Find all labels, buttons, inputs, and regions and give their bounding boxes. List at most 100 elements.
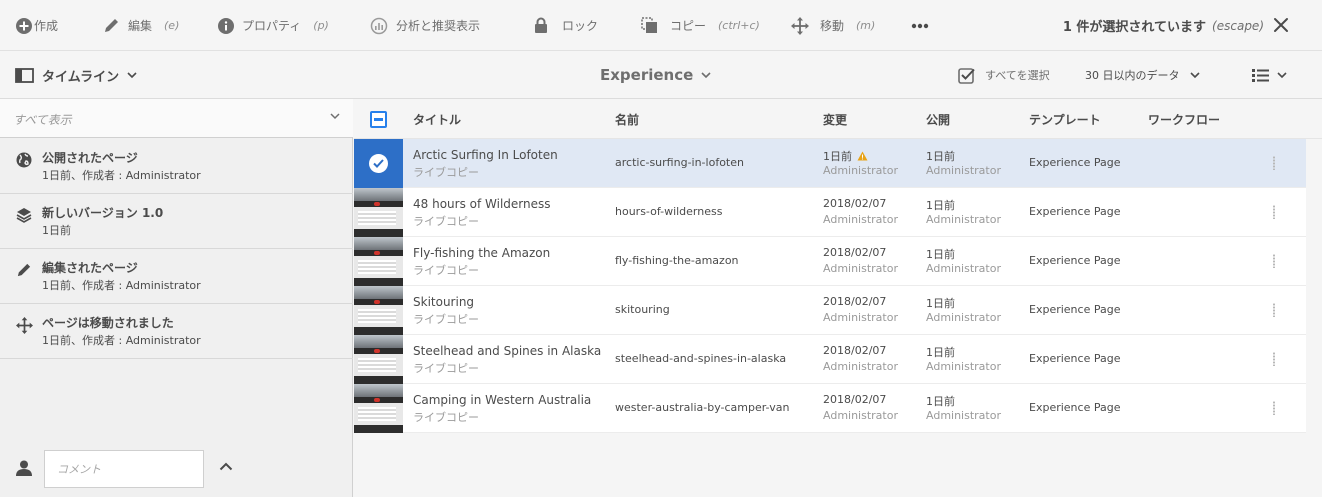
- row-modified-by: Administrator: [823, 311, 898, 324]
- row-published: 1日前: [926, 297, 955, 310]
- drag-handle-icon[interactable]: [1272, 205, 1276, 219]
- timeline-item-title: 公開されたページ: [42, 151, 138, 165]
- column-header-modified[interactable]: 変更: [823, 111, 847, 128]
- copy-label: コピー: [670, 19, 707, 33]
- timeline-filter-label: すべて表示: [13, 113, 72, 127]
- table-row[interactable]: Steelhead and Spines in Alaska ライブコピー st…: [354, 335, 1306, 384]
- timeline-item[interactable]: ページは移動されました 1日前、作成者 : Administrator: [0, 304, 353, 359]
- page-thumbnail[interactable]: [354, 237, 403, 286]
- row-modified: 2018/02/07: [823, 246, 887, 259]
- drag-handle-icon[interactable]: [1272, 156, 1276, 170]
- edit-label: 編集: [128, 19, 153, 33]
- globe-icon: [16, 152, 32, 168]
- row-published-by: Administrator: [926, 360, 1001, 373]
- rail-toggle-button[interactable]: タイムライン: [15, 51, 137, 99]
- lock-icon: [535, 17, 547, 33]
- row-name: wester-australia-by-camper-van: [615, 401, 790, 414]
- timeline-filter-dropdown[interactable]: すべて表示: [0, 99, 353, 138]
- row-published: 1日前: [926, 248, 955, 261]
- column-header-title[interactable]: タイトル: [413, 111, 461, 128]
- analytics-button[interactable]: 分析と推奨表示: [370, 0, 480, 51]
- chevron-up-icon[interactable]: [219, 462, 233, 471]
- drag-handle-icon[interactable]: [1272, 303, 1276, 317]
- column-header-name[interactable]: 名前: [615, 111, 639, 128]
- add-circle-icon: [16, 17, 32, 34]
- breadcrumb[interactable]: Experience: [600, 51, 711, 99]
- table-row[interactable]: 48 hours of Wilderness ライブコピー hours-of-w…: [354, 188, 1306, 237]
- timeline-item[interactable]: 新しいバージョン 1.0 1日前: [0, 194, 353, 249]
- row-modified-by: Administrator: [823, 213, 898, 226]
- page-thumbnail[interactable]: [354, 384, 403, 433]
- copy-button[interactable]: コピー (ctrl+c): [641, 0, 760, 51]
- comment-input[interactable]: [44, 450, 204, 488]
- row-title: 48 hours of Wilderness: [413, 197, 551, 211]
- page-thumbnail[interactable]: [354, 286, 403, 335]
- close-icon[interactable]: [1272, 16, 1290, 34]
- row-type: ライブコピー: [413, 313, 479, 326]
- timeline-item[interactable]: 公開されたページ 1日前、作成者 : Administrator: [0, 139, 353, 194]
- table-row[interactable]: Skitouring ライブコピー skitouring 2018/02/07 …: [354, 286, 1306, 335]
- checkbox-checked-icon: [958, 67, 975, 84]
- timeline-item[interactable]: 編集されたページ 1日前、作成者 : Administrator: [0, 249, 353, 304]
- create-button[interactable]: 作成: [16, 0, 58, 51]
- row-title: Fly-fishing the Amazon: [413, 246, 551, 260]
- more-icon: [911, 23, 929, 28]
- list-view-icon: [1252, 68, 1269, 82]
- drag-handle-icon[interactable]: [1272, 401, 1276, 415]
- row-template: Experience Page: [1029, 352, 1121, 365]
- drag-handle-icon[interactable]: [1272, 352, 1276, 366]
- rail-panel-icon: [15, 67, 34, 83]
- selection-status: 1 件が選択されています (escape): [1063, 0, 1264, 51]
- chevron-down-icon: [1277, 71, 1287, 78]
- row-published: 1日前: [926, 346, 955, 359]
- row-name: steelhead-and-spines-in-alaska: [615, 352, 787, 365]
- timeline-item-title: 新しいバージョン 1.0: [42, 206, 164, 220]
- lock-button[interactable]: ロック: [534, 0, 598, 51]
- row-name: skitouring: [615, 303, 670, 316]
- view-switcher[interactable]: [1252, 51, 1287, 99]
- row-type: ライブコピー: [413, 362, 479, 375]
- user-icon: [16, 460, 32, 476]
- warning-icon: [857, 151, 868, 161]
- page-thumbnail[interactable]: [354, 335, 403, 384]
- row-select-checkbox[interactable]: [354, 139, 403, 188]
- column-header-published[interactable]: 公開: [926, 111, 950, 128]
- date-filter-label: 30 日以内のデータ: [1085, 69, 1180, 82]
- row-template: Experience Page: [1029, 303, 1121, 316]
- move-icon: [791, 16, 809, 35]
- row-title: Camping in Western Australia: [413, 393, 592, 407]
- more-actions-button[interactable]: [911, 0, 929, 51]
- date-filter-dropdown[interactable]: 30 日以内のデータ: [1085, 51, 1200, 99]
- column-header-workflow[interactable]: ワークフロー: [1148, 111, 1220, 128]
- row-name: fly-fishing-the-amazon: [615, 254, 739, 267]
- row-name: arctic-surfing-in-lofoten: [615, 156, 744, 169]
- row-modified: 2018/02/07: [823, 344, 887, 357]
- timeline-item-title: 編集されたページ: [42, 261, 138, 275]
- row-modified: 2018/02/07: [823, 393, 887, 406]
- row-published-by: Administrator: [926, 409, 1001, 422]
- row-name: hours-of-wilderness: [615, 205, 723, 218]
- timeline-item-meta: 1日前、作成者 : Administrator: [42, 334, 201, 347]
- row-template: Experience Page: [1029, 254, 1121, 267]
- lock-label: ロック: [562, 19, 599, 33]
- table-row[interactable]: Arctic Surfing In Lofoten ライブコピー arctic-…: [354, 139, 1306, 188]
- move-button[interactable]: 移動 (m): [791, 0, 875, 51]
- column-header-template[interactable]: テンプレート: [1029, 111, 1101, 128]
- page-thumbnail[interactable]: [354, 188, 403, 237]
- table-header: タイトル 名前 変更 公開 テンプレート ワークフロー: [354, 99, 1322, 139]
- table-row[interactable]: Camping in Western Australia ライブコピー west…: [354, 384, 1306, 433]
- drag-handle-icon[interactable]: [1272, 254, 1276, 268]
- header-select-checkbox[interactable]: [370, 111, 387, 128]
- select-all-button[interactable]: すべてを選択: [958, 51, 1050, 99]
- properties-button[interactable]: プロパティ (p): [218, 0, 329, 51]
- pencil-icon: [17, 263, 31, 277]
- timeline-item-meta: 1日前、作成者 : Administrator: [42, 169, 201, 182]
- row-published: 1日前: [926, 150, 955, 163]
- selection-shortcut: (escape): [1212, 18, 1264, 33]
- list-view: タイトル 名前 変更 公開 テンプレート ワークフロー Arctic Surfi…: [354, 99, 1322, 497]
- edit-button[interactable]: 編集 (e): [103, 0, 179, 51]
- row-template: Experience Page: [1029, 156, 1121, 169]
- row-modified-date: 1日前: [823, 150, 852, 163]
- table-row[interactable]: Fly-fishing the Amazon ライブコピー fly-fishin…: [354, 237, 1306, 286]
- row-published-by: Administrator: [926, 164, 1001, 177]
